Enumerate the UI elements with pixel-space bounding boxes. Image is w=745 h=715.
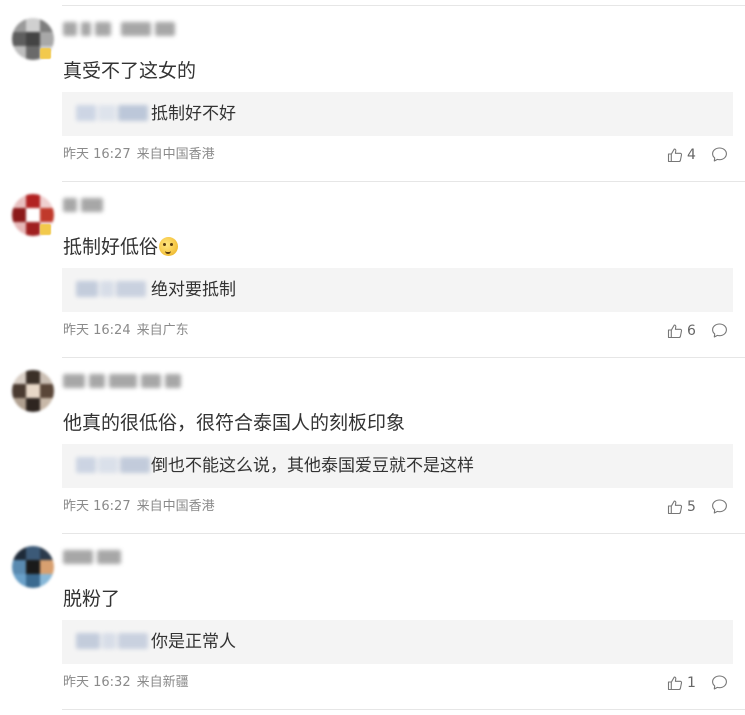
reply-preview[interactable]: 抵制好不好 [62,92,733,136]
username-redacted[interactable] [63,550,121,564]
avatar[interactable] [12,370,54,412]
reply-button[interactable] [711,674,729,692]
reply-text: 你是正常人 [151,632,236,652]
comment-item: 真受不了这女的 抵制好不好 昨天 16:27 来自中国香港 4 [0,6,745,182]
avatar[interactable] [12,546,54,588]
comment-bubble-icon [712,675,727,690]
username-redacted[interactable] [63,374,181,388]
reply-text: 倒也不能这么说，其他泰国爱豆就不是这样 [151,456,474,476]
like-button[interactable]: 1 [667,673,696,693]
comment-text: 他真的很低俗，很符合泰国人的刻板印象 [63,412,406,434]
comment-meta: 昨天 16:27 来自中国香港 [63,147,215,163]
comment-location: 来自中国香港 [136,499,215,514]
comment-time: 昨天 16:32 [63,675,131,690]
reply-text: 绝对要抵制 [151,280,236,300]
comment-bubble-icon [712,499,727,514]
reply-button[interactable] [711,146,729,164]
thumbs-up-icon [667,324,683,339]
reply-preview[interactable]: 倒也不能这么说，其他泰国爱豆就不是这样 [62,444,733,488]
username-redacted[interactable] [63,198,103,212]
comment-meta: 昨天 16:24 来自广东 [63,323,189,339]
vip-badge-icon [40,48,51,59]
reply-username-redacted[interactable] [76,281,150,297]
comment-text: 真受不了这女的 [63,60,197,82]
reply-preview[interactable]: 你是正常人 [62,620,733,664]
comment-text: 脱粉了 [63,588,121,610]
vip-badge-icon [40,224,51,235]
reply-username-redacted[interactable] [76,105,150,121]
like-count: 1 [687,675,696,691]
reply-username-redacted[interactable] [76,457,150,473]
thumbs-up-icon [667,676,683,691]
like-count: 5 [687,499,696,515]
comment-text: 抵制好低俗 [63,235,179,259]
username-redacted[interactable] [63,22,175,36]
thumbs-up-icon [667,148,683,163]
comment-location: 来自广东 [136,323,189,338]
like-button[interactable]: 5 [667,497,696,517]
comment-text-content: 抵制好低俗 [63,236,159,258]
like-button[interactable]: 4 [667,145,696,165]
thumbs-up-icon [667,500,683,515]
comment-bubble-icon [712,323,727,338]
comment-item: 抵制好低俗 绝对要抵制 昨天 16:24 来自广东 6 [0,182,745,358]
like-count: 4 [687,147,696,163]
comment-bubble-icon [712,147,727,162]
reply-button[interactable] [711,322,729,340]
reply-username-redacted[interactable] [76,633,150,649]
comment-item: 脱粉了 你是正常人 昨天 16:32 来自新疆 1 [0,534,745,710]
comment-location: 来自新疆 [136,675,189,690]
comment-time: 昨天 16:27 [63,499,131,514]
divider [62,709,745,710]
comment-time: 昨天 16:24 [63,323,131,338]
comment-item: 他真的很低俗，很符合泰国人的刻板印象 倒也不能这么说，其他泰国爱豆就不是这样 昨… [0,358,745,534]
thinking-face-emoji-icon [159,237,179,256]
like-button[interactable]: 6 [667,321,696,341]
reply-button[interactable] [711,498,729,516]
comment-meta: 昨天 16:32 来自新疆 [63,675,189,691]
reply-preview[interactable]: 绝对要抵制 [62,268,733,312]
reply-text: 抵制好不好 [151,104,236,124]
comment-location: 来自中国香港 [136,147,215,162]
like-count: 6 [687,323,696,339]
comment-time: 昨天 16:27 [63,147,131,162]
comment-meta: 昨天 16:27 来自中国香港 [63,499,215,515]
